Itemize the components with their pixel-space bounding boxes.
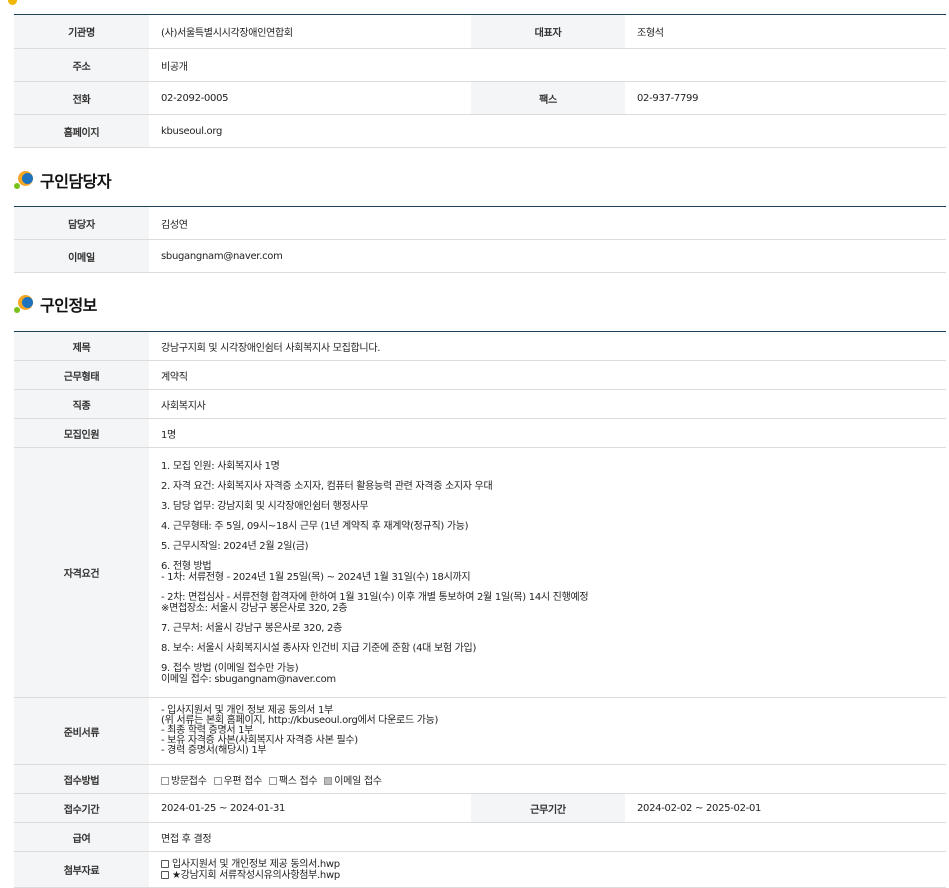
contact-table: 담당자 김성연 이메일 sbugangnam@naver.com — [14, 206, 946, 273]
table-row: 기관명 (사)서울특별시시각장애인연합회 대표자 조형석 — [14, 14, 946, 49]
method-option-mail: 우편 접수 — [213, 776, 262, 787]
job-work-period-label: 근무기간 — [471, 793, 625, 823]
req-item: 5. 근무시작일: 2024년 2월 2일(금) — [161, 540, 309, 552]
checkbox-icon — [161, 776, 169, 785]
org-homepage-link[interactable]: kbuseoul.org — [149, 114, 946, 148]
org-rep: 조형석 — [625, 14, 946, 49]
req-item: 7. 근무처: 서울시 강남구 봉은사로 320, 2층 — [161, 622, 343, 634]
contact-section-title: 구인담당자 — [14, 169, 112, 191]
req-line: - 1차: 서류전형 - 2024년 1월 25일(목) ~ 2024년 1월 … — [161, 571, 471, 583]
job-period: 2024-01-25 ~ 2024-01-31 — [149, 793, 471, 823]
doc-line: - 경력 증명서(해당시) 1부 — [161, 745, 267, 756]
table-row: 직종 사회복지사 — [14, 389, 946, 419]
checkbox-checked-icon — [324, 776, 333, 785]
job-section-title: 구인정보 — [14, 293, 97, 315]
table-row: 주소 비공개 — [14, 48, 946, 82]
attachment-link[interactable]: 입사지원서 및 개인정보 제공 동의서.hwp — [161, 859, 934, 870]
job-docs-label: 준비서류 — [14, 697, 149, 765]
org-name-label: 기관명 — [14, 14, 149, 49]
checkbox-icon — [268, 776, 277, 785]
job-subject: 강남구지회 및 시각장애인쉼터 사회복지사 모집합니다. — [149, 331, 946, 361]
org-phone: 02-2092-0005 — [149, 81, 471, 115]
table-row: 급여 면접 후 결정 — [14, 822, 946, 852]
table-row: 전화 02-2092-0005 팩스 02-937-7799 — [14, 81, 946, 115]
req-item: 9. 접수 방법 (이메일 접수만 가능) 이메일 접수: sbugangnam… — [161, 663, 934, 685]
org-addr-label: 주소 — [14, 48, 149, 82]
job-salary: 면접 후 결정 — [149, 822, 946, 852]
job-kind: 사회복지사 — [149, 389, 946, 419]
table-row: 접수방법 방문접수 우편 접수 팩스 접수 이메일 접수 — [14, 764, 946, 794]
org-fax: 02-937-7799 — [625, 81, 946, 115]
section-bullet-icon — [14, 293, 36, 315]
method-option-email: 이메일 접수 — [324, 776, 382, 787]
method-option-fax: 팩스 접수 — [268, 776, 318, 787]
org-fax-label: 팩스 — [471, 81, 625, 115]
table-row: 제목 강남구지회 및 시각장애인쉼터 사회복지사 모집합니다. — [14, 331, 946, 361]
job-kind-label: 직종 — [14, 389, 149, 419]
table-row: 준비서류 - 입사지원서 및 개인 정보 제공 동의서 1부 (위 서류는 본회… — [14, 697, 946, 765]
contact-email: sbugangnam@naver.com — [149, 239, 946, 273]
org-home-label: 홈페이지 — [14, 114, 149, 148]
table-row: 담당자 김성연 — [14, 206, 946, 240]
job-attachments: 입사지원서 및 개인정보 제공 동의서.hwp ★강남지회 서류작성시유의사항첨… — [149, 851, 946, 888]
section-bullet-icon — [14, 169, 36, 191]
contact-person-label: 담당자 — [14, 206, 149, 240]
req-item: 4. 근무형태: 주 5일, 09시~18시 근무 (1년 계약직 후 재계약(… — [161, 520, 469, 532]
req-item: 3. 담당 업무: 강남지회 및 시각장애인쉼터 행정사무 — [161, 500, 369, 512]
job-method: 방문접수 우편 접수 팩스 접수 이메일 접수 — [149, 764, 946, 794]
job-attach-label: 첨부자료 — [14, 851, 149, 888]
job-heading: 구인정보 — [40, 296, 97, 315]
job-documents: - 입사지원서 및 개인 정보 제공 동의서 1부 (위 서류는 본회 홈페이지… — [149, 697, 946, 765]
req-item: 2. 자격 요건: 사회복지사 자격증 소지자, 컴퓨터 활용능력 관련 자격증… — [161, 480, 493, 492]
attachment-link[interactable]: ★강남지회 서류작성시유의사항첨부.hwp — [161, 870, 934, 881]
contact-person: 김성연 — [149, 206, 946, 240]
org-name: (사)서울특별시시각장애인연합회 — [149, 14, 471, 49]
job-type: 계약직 — [149, 360, 946, 390]
job-period-label: 접수기간 — [14, 793, 149, 823]
table-row: 자격요건 1. 모집 인원: 사회복지사 1명 2. 자격 요건: 사회복지사 … — [14, 447, 946, 698]
job-req-label: 자격요건 — [14, 447, 149, 698]
job-salary-label: 급여 — [14, 822, 149, 852]
job-count: 1명 — [149, 418, 946, 448]
req-line: 6. 전형 방법 — [161, 560, 212, 572]
job-requirements: 1. 모집 인원: 사회복지사 1명 2. 자격 요건: 사회복지사 자격증 소… — [149, 447, 946, 698]
org-rep-label: 대표자 — [471, 14, 625, 49]
req-line: 이메일 접수: sbugangnam@naver.com — [161, 673, 336, 685]
table-row: 첨부자료 입사지원서 및 개인정보 제공 동의서.hwp ★강남지회 서류작성시… — [14, 851, 946, 888]
doc-line: - 보유 자격증 사본(사회복지사 자격증 사본 필수) — [161, 735, 358, 746]
req-item: 6. 전형 방법 - 1차: 서류전형 - 2024년 1월 25일(목) ~ … — [161, 561, 934, 583]
job-work-period: 2024-02-02 ~ 2025-02-01 — [625, 793, 946, 823]
job-table: 제목 강남구지회 및 시각장애인쉼터 사회복지사 모집합니다. 근무형태 계약직… — [14, 331, 946, 888]
table-row: 이메일 sbugangnam@naver.com — [14, 239, 946, 273]
table-row: 근무형태 계약직 — [14, 360, 946, 390]
contact-email-label: 이메일 — [14, 239, 149, 273]
organization-table: 기관명 (사)서울특별시시각장애인연합회 대표자 조형석 주소 비공개 전화 0… — [14, 14, 946, 148]
job-type-label: 근무형태 — [14, 360, 149, 390]
file-icon — [161, 870, 169, 879]
doc-line: (위 서류는 본회 홈페이지, http://kbuseoul.org에서 다운… — [161, 715, 439, 726]
decorative-dot-icon — [8, 0, 17, 5]
org-addr: 비공개 — [149, 48, 946, 82]
req-item: 8. 보수: 서울시 사회복지시설 종사자 인건비 지급 기준에 준함 (4대 … — [161, 642, 477, 654]
file-icon — [161, 859, 169, 868]
table-row: 접수기간 2024-01-25 ~ 2024-01-31 근무기간 2024-0… — [14, 793, 946, 823]
req-line: - 2차: 면접심사 - 서류전형 합격자에 한하여 1월 31일(수) 이후 … — [161, 591, 589, 603]
req-item: 1. 모집 인원: 사회복지사 1명 — [161, 460, 280, 472]
checkbox-icon — [213, 776, 222, 785]
table-row: 홈페이지 kbuseoul.org — [14, 114, 946, 148]
req-item: - 2차: 면접심사 - 서류전형 합격자에 한하여 1월 31일(수) 이후 … — [161, 592, 934, 614]
job-subject-label: 제목 — [14, 331, 149, 361]
job-method-label: 접수방법 — [14, 764, 149, 794]
table-row: 모집인원 1명 — [14, 418, 946, 448]
contact-heading: 구인담당자 — [40, 172, 112, 191]
req-line: 9. 접수 방법 (이메일 접수만 가능) — [161, 662, 299, 674]
job-count-label: 모집인원 — [14, 418, 149, 448]
org-phone-label: 전화 — [14, 81, 149, 115]
req-line: ※면접장소: 서울시 강남구 봉은사로 320, 2층 — [161, 602, 348, 614]
method-option-visit: 방문접수 — [161, 776, 207, 787]
